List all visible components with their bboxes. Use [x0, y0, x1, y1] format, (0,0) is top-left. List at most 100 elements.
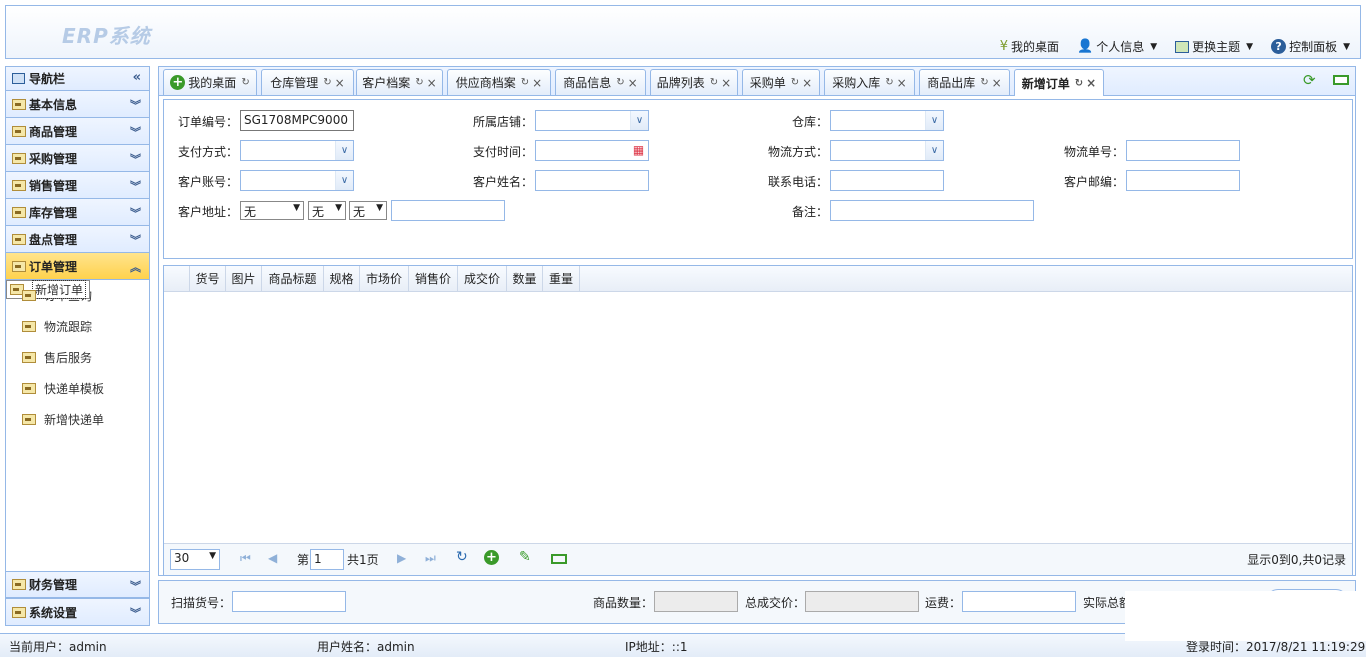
page-size-select[interactable]: 30 ▼ — [170, 549, 220, 570]
first-page-icon[interactable]: ⏮ — [240, 551, 251, 566]
sidebar-item-new-order[interactable]: 新增订单 — [6, 280, 91, 299]
refresh-icon[interactable]: ↻ — [456, 549, 468, 565]
minimize-icon[interactable] — [1333, 75, 1349, 85]
remark-input[interactable] — [830, 200, 1034, 221]
sidebar-panel-finance[interactable]: 财务管理 ︾ — [6, 571, 149, 598]
calendar-icon[interactable]: ▦ — [630, 142, 647, 159]
sidebar-panel-purchase[interactable]: 采购管理 ︾ — [6, 145, 149, 172]
expand-icon: ︾ — [130, 207, 141, 220]
pay-method-select[interactable]: ∨ — [240, 140, 354, 161]
tab-customer[interactable]: 客户档案 ↻ × — [356, 69, 443, 95]
refresh-tab-icon[interactable]: ↻ — [791, 77, 799, 88]
sidebar-panel-inventory[interactable]: 库存管理 ︾ — [6, 199, 149, 226]
close-icon[interactable]: × — [721, 76, 731, 90]
grid-column-header[interactable]: 销售价 — [409, 266, 458, 292]
close-icon[interactable]: × — [532, 76, 542, 90]
refresh-tab-icon[interactable]: ↻ — [980, 77, 988, 88]
top-menu-profile[interactable]: 👤 个人信息 ▼ — [1077, 38, 1157, 55]
address-detail-input[interactable] — [391, 200, 505, 221]
delete-row-icon[interactable] — [551, 554, 567, 564]
phone-input[interactable] — [830, 170, 944, 191]
top-menu-theme[interactable]: 更换主题 ▼ — [1175, 38, 1253, 55]
sidebar-item-after-sales[interactable]: 售后服务 — [6, 342, 149, 373]
top-menu-label: 个人信息 — [1096, 40, 1145, 54]
warehouse-select[interactable]: ∨ — [830, 110, 944, 131]
tab-purchase-order[interactable]: 采购单 ↻ × — [742, 69, 820, 95]
customer-name-label: 客户姓名： — [473, 175, 534, 189]
sidebar-panel-sales[interactable]: 销售管理 ︾ — [6, 172, 149, 199]
total-price-input — [805, 591, 919, 612]
sidebar-panel-stocktake[interactable]: 盘点管理 ︾ — [6, 226, 149, 253]
expand-icon: ︾ — [130, 99, 141, 112]
sidebar-item-express-template[interactable]: 快递单模板 — [6, 373, 149, 404]
prev-page-icon[interactable]: ◀ — [268, 551, 277, 565]
sidebar-item-new-express[interactable]: 新增快递单 — [6, 404, 149, 435]
top-menu-desktop[interactable]: ¥ 我的桌面 — [1000, 38, 1059, 55]
city-select[interactable]: 无 ▼ — [308, 201, 346, 220]
refresh-tab-icon[interactable]: ↻ — [415, 77, 423, 88]
grid-column-header[interactable]: 货号 — [190, 266, 226, 292]
grid-column-header[interactable]: 重量 — [543, 266, 580, 292]
freight-input[interactable] — [962, 591, 1076, 612]
grid-column-header[interactable]: 规格 — [324, 266, 360, 292]
close-icon[interactable]: × — [427, 76, 437, 90]
sidebar-panel-basic-info[interactable]: 基本信息 ︾ — [6, 91, 149, 118]
page-number-input[interactable]: 1 — [310, 549, 344, 570]
grid-column-header[interactable]: 成交价 — [458, 266, 507, 292]
close-icon[interactable]: × — [802, 76, 812, 90]
sidebar-item-label: 售后服务 — [44, 351, 93, 365]
sidebar-panel-settings[interactable]: 系统设置 ︾ — [6, 598, 149, 625]
close-icon[interactable]: × — [992, 76, 1002, 90]
customer-account-select[interactable]: ∨ — [240, 170, 354, 191]
pager-summary: 显示0到0,共0记录 — [1247, 553, 1346, 567]
tab-product-outbound[interactable]: 商品出库 ↻ × — [919, 69, 1010, 95]
grid-column-header[interactable]: 图片 — [226, 266, 262, 292]
next-page-icon[interactable]: ▶ — [397, 551, 406, 565]
top-menu-control-panel[interactable]: ? 控制面板 ▼ — [1271, 38, 1350, 55]
close-icon[interactable]: × — [1086, 76, 1096, 90]
last-page-icon[interactable]: ⏭ — [425, 551, 436, 566]
close-icon[interactable]: × — [628, 76, 638, 90]
tab-warehouse[interactable]: 仓库管理 ↻ × — [261, 69, 354, 95]
logistics-no-input[interactable] — [1126, 140, 1240, 161]
refresh-tab-icon[interactable]: ↻ — [1075, 78, 1083, 89]
warehouse-label: 仓库： — [792, 115, 829, 129]
order-no-input[interactable]: SG1708MPC9000 — [240, 110, 354, 131]
store-select[interactable]: ∨ — [535, 110, 649, 131]
collapse-sidebar-icon[interactable]: « — [133, 70, 141, 85]
tab-supplier[interactable]: 供应商档案 ↻ × — [447, 69, 551, 95]
logistics-method-select[interactable]: ∨ — [830, 140, 944, 161]
province-select[interactable]: 无 ▼ — [240, 201, 304, 220]
refresh-tab-icon[interactable]: ↻ — [521, 77, 529, 88]
grid-column-header[interactable]: 商品标题 — [262, 266, 324, 292]
pay-time-input[interactable]: ▦ — [535, 140, 649, 161]
refresh-tab-icon[interactable]: ↻ — [885, 77, 893, 88]
tab-product-info[interactable]: 商品信息 ↻ × — [555, 69, 646, 95]
close-icon[interactable]: × — [335, 76, 345, 90]
overlay-blank — [1125, 591, 1366, 641]
sidebar-panel-product[interactable]: 商品管理 ︾ — [6, 118, 149, 145]
grid-column-header[interactable]: 数量 — [507, 266, 543, 292]
refresh-tab-icon[interactable]: ↻ — [241, 77, 249, 88]
tab-desktop[interactable]: + 我的桌面 ↻ — [163, 69, 257, 95]
zip-input[interactable] — [1126, 170, 1240, 191]
caret-down-icon: ▼ — [209, 551, 216, 561]
refresh-tab-icon[interactable]: ↻ — [710, 77, 718, 88]
grid-column-header[interactable]: 市场价 — [360, 266, 409, 292]
tab-purchase-inbound[interactable]: 采购入库 ↻ × — [824, 69, 915, 95]
sidebar-item-logistics-tracking[interactable]: 物流跟踪 — [6, 311, 149, 342]
add-row-button[interactable]: + — [484, 550, 502, 565]
refresh-tab-icon[interactable]: ↻ — [616, 77, 624, 88]
customer-name-input[interactable] — [535, 170, 649, 191]
close-icon[interactable]: × — [897, 76, 907, 90]
scan-input[interactable] — [232, 591, 346, 612]
total-pages: 共1页 — [347, 553, 379, 567]
chevron-down-icon: ∨ — [925, 111, 943, 130]
district-select[interactable]: 无 ▼ — [349, 201, 387, 220]
edit-icon[interactable]: ✎ — [519, 549, 531, 565]
refresh-icon[interactable]: ⟳ — [1303, 72, 1319, 88]
sidebar-panel-orders[interactable]: 订单管理 ︽ — [6, 253, 149, 280]
tab-brand-list[interactable]: 品牌列表 ↻ × — [650, 69, 738, 95]
refresh-tab-icon[interactable]: ↻ — [323, 77, 331, 88]
tab-new-order[interactable]: 新增订单 ↻ × — [1014, 69, 1104, 96]
